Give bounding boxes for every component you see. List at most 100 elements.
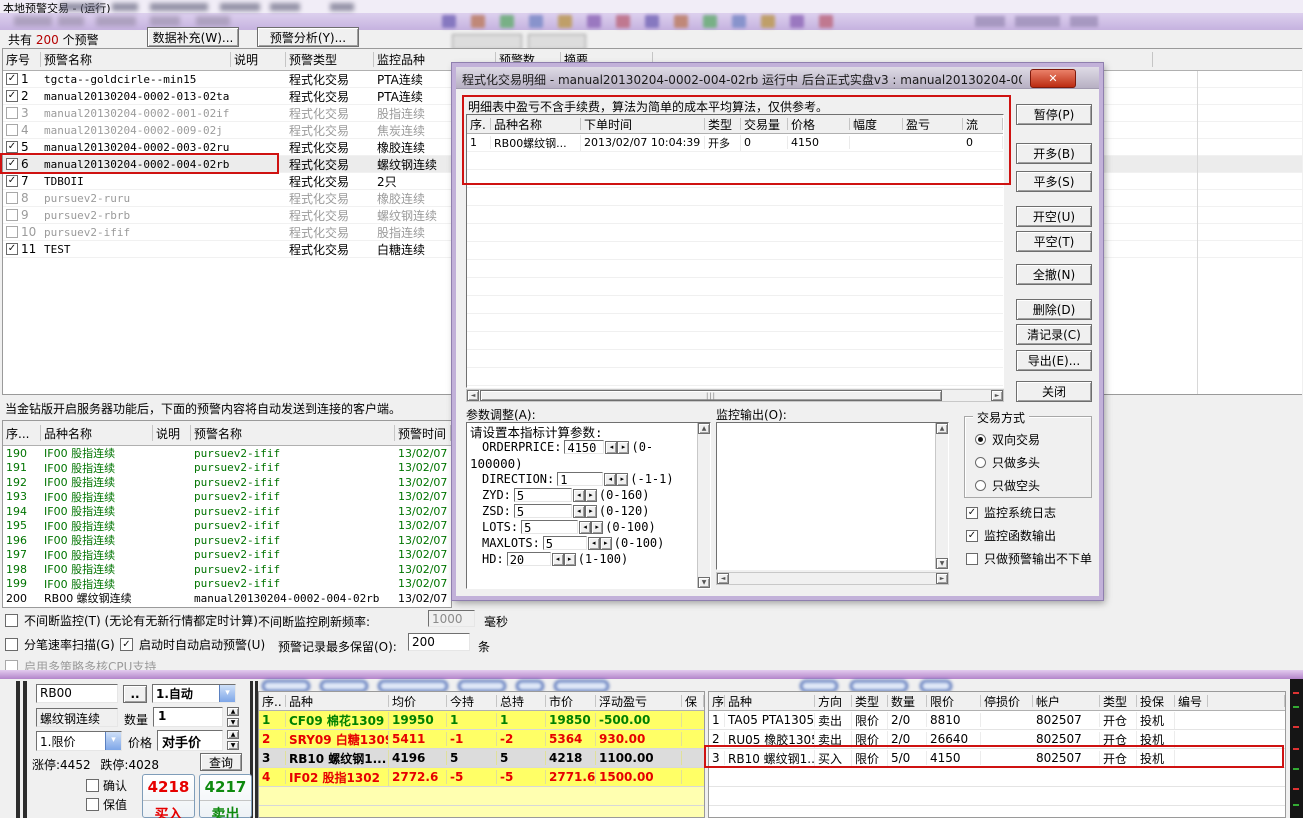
toolbar-icon[interactable] xyxy=(645,15,659,28)
uninterrupted-checkbox[interactable] xyxy=(5,614,18,627)
qty-stepper[interactable]: ▲▼ xyxy=(227,707,239,727)
param-spin-left-icon[interactable]: ◂ xyxy=(604,473,616,486)
position-row[interactable] xyxy=(259,787,704,806)
order-row[interactable]: 3RB10 螺纹钢1...买入限价5/04150802507开仓投机 xyxy=(709,749,1285,768)
column-header[interactable]: 均价 xyxy=(389,695,447,708)
row-checkbox[interactable]: ✓ xyxy=(6,243,18,255)
column-header[interactable]: 保 xyxy=(682,695,704,708)
param-spin-right-icon[interactable]: ▸ xyxy=(585,489,597,502)
column-header[interactable]: 总持 xyxy=(497,695,546,708)
scroll-down-icon[interactable]: ▼ xyxy=(698,577,710,588)
history-row[interactable]: 195IF00 股指连续pursuev2-ifif13/02/07 xyxy=(3,519,451,534)
toolbar-icon[interactable] xyxy=(703,15,717,28)
delete-button[interactable]: 删除(D) xyxy=(1016,299,1092,320)
param-spin-right-icon[interactable]: ▸ xyxy=(617,441,629,454)
tick-scan-checkbox[interactable] xyxy=(5,638,18,651)
buy-button[interactable]: 4218 买入 xyxy=(142,774,195,818)
position-row[interactable]: 1CF09 棉花1309199501119850-500.00 xyxy=(259,711,704,730)
mode-combobox[interactable]: 1.自动 ▾ xyxy=(152,684,236,703)
qty-input[interactable]: 1 xyxy=(153,707,223,727)
toolbar-icon[interactable] xyxy=(819,15,833,28)
detail-row[interactable] xyxy=(467,242,1003,260)
column-header[interactable]: 品种 xyxy=(286,695,389,708)
column-header[interactable]: 预警名称 xyxy=(41,52,231,67)
row-checkbox[interactable]: ✓ xyxy=(6,90,18,102)
column-header[interactable]: 方向 xyxy=(815,695,852,708)
row-checkbox[interactable] xyxy=(6,209,18,221)
scroll-thumb[interactable]: ||| xyxy=(480,390,942,401)
checkbox-icon[interactable] xyxy=(966,553,978,565)
detail-row[interactable] xyxy=(467,332,1003,350)
column-header[interactable]: 下单时间 xyxy=(581,118,705,131)
param-spin-right-icon[interactable]: ▸ xyxy=(600,537,612,550)
row-checkbox[interactable] xyxy=(6,192,18,204)
order-row[interactable] xyxy=(709,768,1285,787)
monitor-output-box[interactable]: ▲▼ xyxy=(716,422,949,570)
cancel-all-button[interactable]: 全撤(N) xyxy=(1016,264,1092,285)
detail-row[interactable] xyxy=(467,206,1003,224)
history-row[interactable]: 191IF00 股指连续pursuev2-ifif13/02/07 xyxy=(3,461,451,476)
column-header[interactable]: 限价 xyxy=(927,695,981,708)
toolbar-icon[interactable] xyxy=(587,15,601,28)
history-row[interactable]: 193IF00 股指连续pursuev2-ifif13/02/07 xyxy=(3,490,451,505)
scroll-up-icon[interactable]: ▲ xyxy=(698,423,710,434)
detail-row[interactable] xyxy=(467,170,1003,188)
confirm-checkbox[interactable] xyxy=(86,779,99,792)
column-header[interactable]: 品种名称 xyxy=(41,425,153,442)
trade-mode-option[interactable]: 只做空头 xyxy=(975,477,1040,494)
column-header[interactable]: 类型 xyxy=(1100,695,1137,708)
detail-row[interactable]: 1RB00螺纹钢...2013/02/07 10:04:39开多041500 xyxy=(467,134,1003,152)
row-checkbox[interactable]: ✓ xyxy=(6,175,18,187)
radio-icon[interactable] xyxy=(975,434,986,445)
detail-row[interactable] xyxy=(467,278,1003,296)
column-header[interactable]: 说明 xyxy=(153,425,191,442)
open-long-button[interactable]: 开多(B) xyxy=(1016,143,1092,164)
toolbar-icon[interactable] xyxy=(674,15,688,28)
toolbar-icon[interactable] xyxy=(732,15,746,28)
price-stepper[interactable]: ▲▼ xyxy=(227,730,239,750)
column-header[interactable]: 序.. xyxy=(259,695,286,708)
row-checkbox[interactable] xyxy=(6,124,18,136)
radio-icon[interactable] xyxy=(975,457,986,468)
param-input[interactable]: 5 xyxy=(514,488,572,502)
position-row[interactable]: 4IF02 股指13022772.6-5-52771.61500.00 xyxy=(259,768,704,787)
column-header[interactable]: 浮动盈亏 xyxy=(596,695,682,708)
order-row[interactable]: 1TA05 PTA1305卖出限价2/08810802507开仓投机 xyxy=(709,711,1285,730)
column-header[interactable]: 盈亏 xyxy=(903,118,963,131)
position-row[interactable]: 3RB10 螺纹钢1...41965542181100.00 xyxy=(259,749,704,768)
close-long-button[interactable]: 平多(S) xyxy=(1016,171,1092,192)
param-spin-left-icon[interactable]: ◂ xyxy=(579,521,591,534)
param-input[interactable]: 20 xyxy=(507,552,551,566)
spin-down-icon[interactable]: ▼ xyxy=(227,718,239,727)
trade-mode-option[interactable]: 双向交易 xyxy=(975,431,1040,448)
history-row[interactable]: 197IF00 股指连续pursuev2-ifif13/02/07 xyxy=(3,548,451,563)
param-spin-left-icon[interactable]: ◂ xyxy=(605,441,617,454)
hedge-checkbox[interactable] xyxy=(86,798,99,811)
toolbar-icon[interactable] xyxy=(500,15,514,28)
toolbar-icon[interactable] xyxy=(529,15,543,28)
sell-button[interactable]: 4217 卖出 xyxy=(199,774,252,818)
vscrollbar[interactable]: ▲▼ xyxy=(935,423,948,569)
toolbar-icon[interactable] xyxy=(442,15,456,28)
column-header[interactable]: 序.. xyxy=(709,695,725,708)
toolbar-icon[interactable] xyxy=(616,15,630,28)
column-header[interactable]: 帐户 xyxy=(1033,695,1100,708)
param-spin-right-icon[interactable]: ▸ xyxy=(591,521,603,534)
monitor-hscrollbar[interactable]: ◄► xyxy=(716,572,949,585)
column-header[interactable]: 停损价 xyxy=(981,695,1033,708)
detail-row[interactable] xyxy=(467,314,1003,332)
spin-down-icon[interactable]: ▼ xyxy=(227,741,239,750)
order-row[interactable]: 2RU05 橡胶1305卖出限价2/026640802507开仓投机 xyxy=(709,730,1285,749)
order-row[interactable] xyxy=(709,787,1285,806)
history-row[interactable]: 199IF00 股指连续pursuev2-ifif13/02/07 xyxy=(3,577,451,592)
keep-records-input[interactable]: 200 xyxy=(408,633,470,651)
history-row[interactable]: 192IF00 股指连续pursuev2-ifif13/02/07 xyxy=(3,475,451,490)
param-spin-right-icon[interactable]: ▸ xyxy=(616,473,628,486)
checkbox-icon[interactable]: ✓ xyxy=(966,530,978,542)
history-row[interactable]: 190IF00 股指连续pursuev2-ifif13/02/07 xyxy=(3,446,451,461)
spin-up-icon[interactable]: ▲ xyxy=(227,707,239,716)
pause-button[interactable]: 暂停(P) xyxy=(1016,104,1092,125)
column-header[interactable] xyxy=(1153,52,1302,67)
column-header[interactable]: 品种 xyxy=(725,695,815,708)
row-checkbox[interactable]: ✓ xyxy=(6,141,18,153)
